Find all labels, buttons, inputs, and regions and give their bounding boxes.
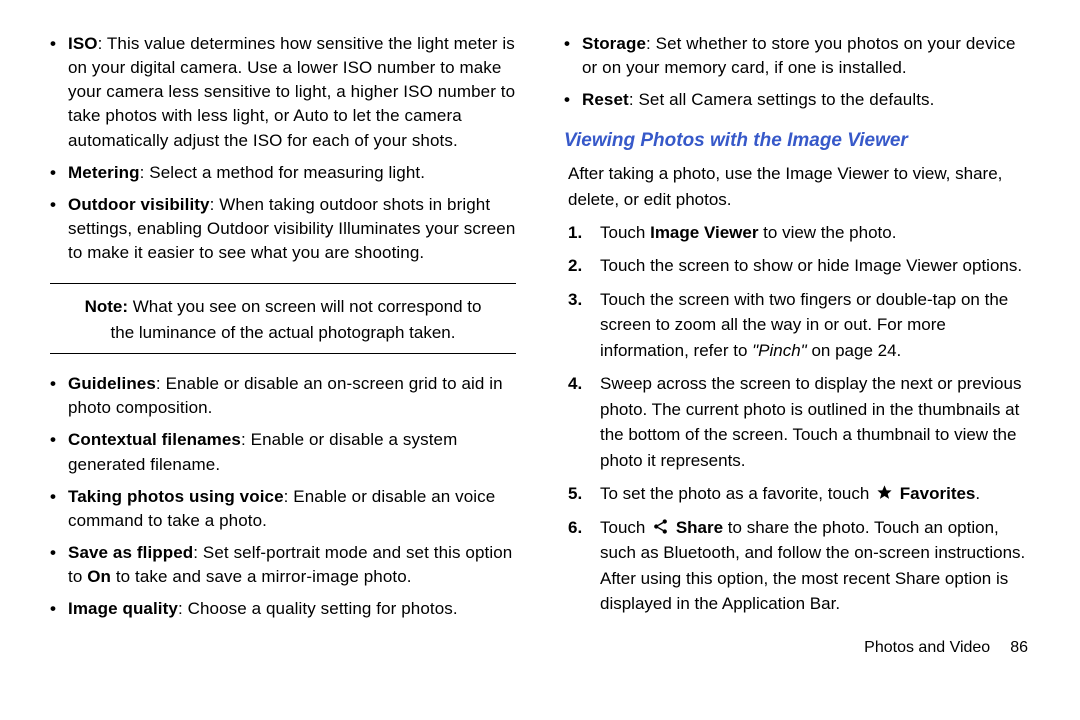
step-text: Touch the screen to show or hide Image V… <box>600 256 1022 275</box>
step-text: Sweep across the screen to display the n… <box>600 374 1021 470</box>
desc: : Set all Camera settings to the default… <box>629 90 935 109</box>
step-number: 2. <box>568 253 582 279</box>
step-ital: "Pinch" <box>752 341 807 360</box>
step-number: 1. <box>568 220 582 246</box>
page-footer: Photos and Video 86 <box>564 637 1030 660</box>
list-item: Outdoor visibility: When taking outdoor … <box>50 193 516 265</box>
step-item: 3. Touch the screen with two fingers or … <box>568 287 1030 364</box>
step-post: on page 24. <box>807 341 902 360</box>
term: Storage <box>582 34 646 53</box>
section-heading: Viewing Photos with the Image Viewer <box>564 128 1030 155</box>
step-item: 4. Sweep across the screen to display th… <box>568 371 1030 473</box>
note-box: Note: What you see on screen will not co… <box>50 283 516 354</box>
list-item: Storage: Set whether to store you photos… <box>564 32 1030 80</box>
step-bold: Share <box>676 518 723 537</box>
term: Contextual filenames <box>68 430 241 449</box>
step-number: 5. <box>568 481 582 507</box>
steps-list: 1. Touch Image Viewer to view the photo.… <box>568 220 1030 617</box>
step-bold: Image Viewer <box>650 223 758 242</box>
step-item: 6. Touch Share to share the photo. Touch… <box>568 515 1030 617</box>
desc-bold: On <box>87 567 111 586</box>
page: ISO: This value determines how sensitive… <box>0 0 1080 669</box>
step-number: 3. <box>568 287 582 313</box>
step-post: to view the photo. <box>758 223 896 242</box>
right-column: Storage: Set whether to store you photos… <box>564 32 1030 659</box>
list-item: Taking photos using voice: Enable or dis… <box>50 485 516 533</box>
desc: : Set whether to store you photos on you… <box>582 34 1016 77</box>
list-item: Guidelines: Enable or disable an on-scre… <box>50 372 516 420</box>
step-number: 4. <box>568 371 582 397</box>
footer-page-number: 86 <box>1010 639 1028 656</box>
list-item: Reset: Set all Camera settings to the de… <box>564 88 1030 112</box>
step-bold: Favorites <box>900 484 976 503</box>
footer-section: Photos and Video <box>864 639 990 656</box>
step-item: 1. Touch Image Viewer to view the photo. <box>568 220 1030 246</box>
note-text: Note: What you see on screen will not co… <box>80 294 486 345</box>
share-icon <box>652 518 669 535</box>
desc: : Choose a quality setting for photos. <box>178 599 458 618</box>
list-item: Contextual filenames: Enable or disable … <box>50 428 516 476</box>
left-column: ISO: This value determines how sensitive… <box>50 32 516 659</box>
settings-list-top: ISO: This value determines how sensitive… <box>50 32 516 265</box>
step-number: 6. <box>568 515 582 541</box>
settings-list-mid: Guidelines: Enable or disable an on-scre… <box>50 372 516 621</box>
note-body: What you see on screen will not correspo… <box>111 297 482 342</box>
list-item: Metering: Select a method for measuring … <box>50 161 516 185</box>
step-item: 2. Touch the screen to show or hide Imag… <box>568 253 1030 279</box>
step-pre: Touch <box>600 518 650 537</box>
term: Taking photos using voice <box>68 487 284 506</box>
settings-list-right: Storage: Set whether to store you photos… <box>564 32 1030 112</box>
term: Guidelines <box>68 374 156 393</box>
step-pre: Touch <box>600 223 650 242</box>
step-pre: To set the photo as a favorite, touch <box>600 484 874 503</box>
term: Save as flipped <box>68 543 193 562</box>
intro-paragraph: After taking a photo, use the Image View… <box>568 161 1030 211</box>
step-item: 5. To set the photo as a favorite, touch… <box>568 481 1030 507</box>
note-label: Note: <box>85 297 128 316</box>
desc-post: to take and save a mirror-image photo. <box>111 567 412 586</box>
term: Reset <box>582 90 629 109</box>
desc: : Select a method for measuring light. <box>140 163 425 182</box>
list-item: Image quality: Choose a quality setting … <box>50 597 516 621</box>
term: Image quality <box>68 599 178 618</box>
desc: : This value determines how sensitive th… <box>68 34 515 150</box>
term: ISO <box>68 34 98 53</box>
term: Metering <box>68 163 140 182</box>
term: Outdoor visibility <box>68 195 210 214</box>
list-item: Save as flipped: Set self-portrait mode … <box>50 541 516 589</box>
star-icon <box>876 484 893 501</box>
list-item: ISO: This value determines how sensitive… <box>50 32 516 153</box>
step-post: . <box>975 484 980 503</box>
